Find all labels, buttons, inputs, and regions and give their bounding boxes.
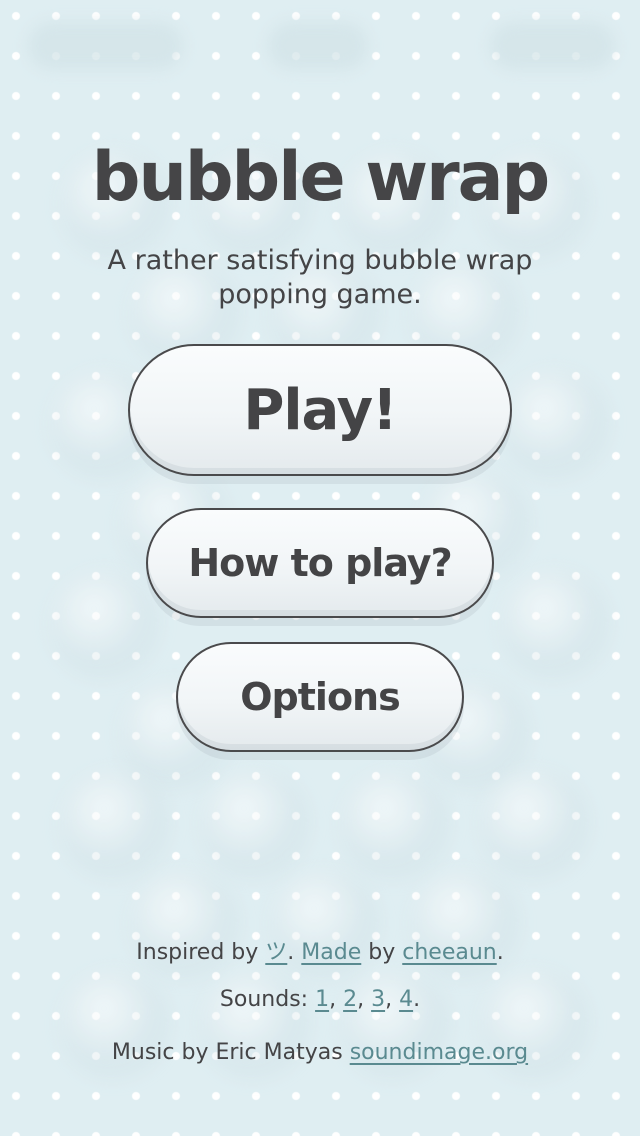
sound-link-2[interactable]: 2 bbox=[343, 987, 357, 1012]
sound-comma: , bbox=[357, 987, 372, 1012]
main-menu: bubble wrap A rather satisfying bubble w… bbox=[0, 0, 640, 1136]
credits-inspired: Inspired by ツ. Made by cheeaun. bbox=[0, 934, 640, 966]
game-title: bubble wrap bbox=[91, 138, 550, 217]
sound-link-3[interactable]: 3 bbox=[371, 987, 385, 1012]
sounds-prefix: Sounds: bbox=[219, 987, 316, 1012]
music-link[interactable]: soundimage.org bbox=[350, 1040, 528, 1065]
tagline: A rather satisfying bubble wrap popping … bbox=[70, 244, 570, 312]
credits-period: . bbox=[496, 940, 504, 965]
sound-link-1[interactable]: 1 bbox=[315, 987, 329, 1012]
tagline-line-2: popping game. bbox=[218, 279, 422, 310]
how-to-play-button[interactable]: How to play? bbox=[146, 508, 494, 618]
play-button[interactable]: Play! bbox=[128, 344, 512, 476]
sound-comma: , bbox=[385, 987, 400, 1012]
tagline-line-1: A rather satisfying bubble wrap bbox=[107, 245, 533, 276]
sound-comma: , bbox=[329, 987, 344, 1012]
options-button[interactable]: Options bbox=[176, 642, 464, 752]
inspired-prefix: Inspired by bbox=[136, 940, 266, 965]
inspired-link[interactable]: ツ bbox=[265, 940, 287, 965]
author-link[interactable]: cheeaun bbox=[402, 940, 496, 965]
credits-sounds: Sounds: 1, 2, 3, 4. bbox=[0, 987, 640, 1012]
sounds-period: . bbox=[413, 987, 421, 1012]
by-text: by bbox=[361, 940, 403, 965]
inspired-separator: . bbox=[287, 940, 302, 965]
music-prefix: Music by Eric Matyas bbox=[111, 1040, 350, 1065]
sound-link-4[interactable]: 4 bbox=[399, 987, 413, 1012]
credits-music: Music by Eric Matyas soundimage.org bbox=[0, 1040, 640, 1065]
made-link[interactable]: Made bbox=[301, 940, 361, 965]
